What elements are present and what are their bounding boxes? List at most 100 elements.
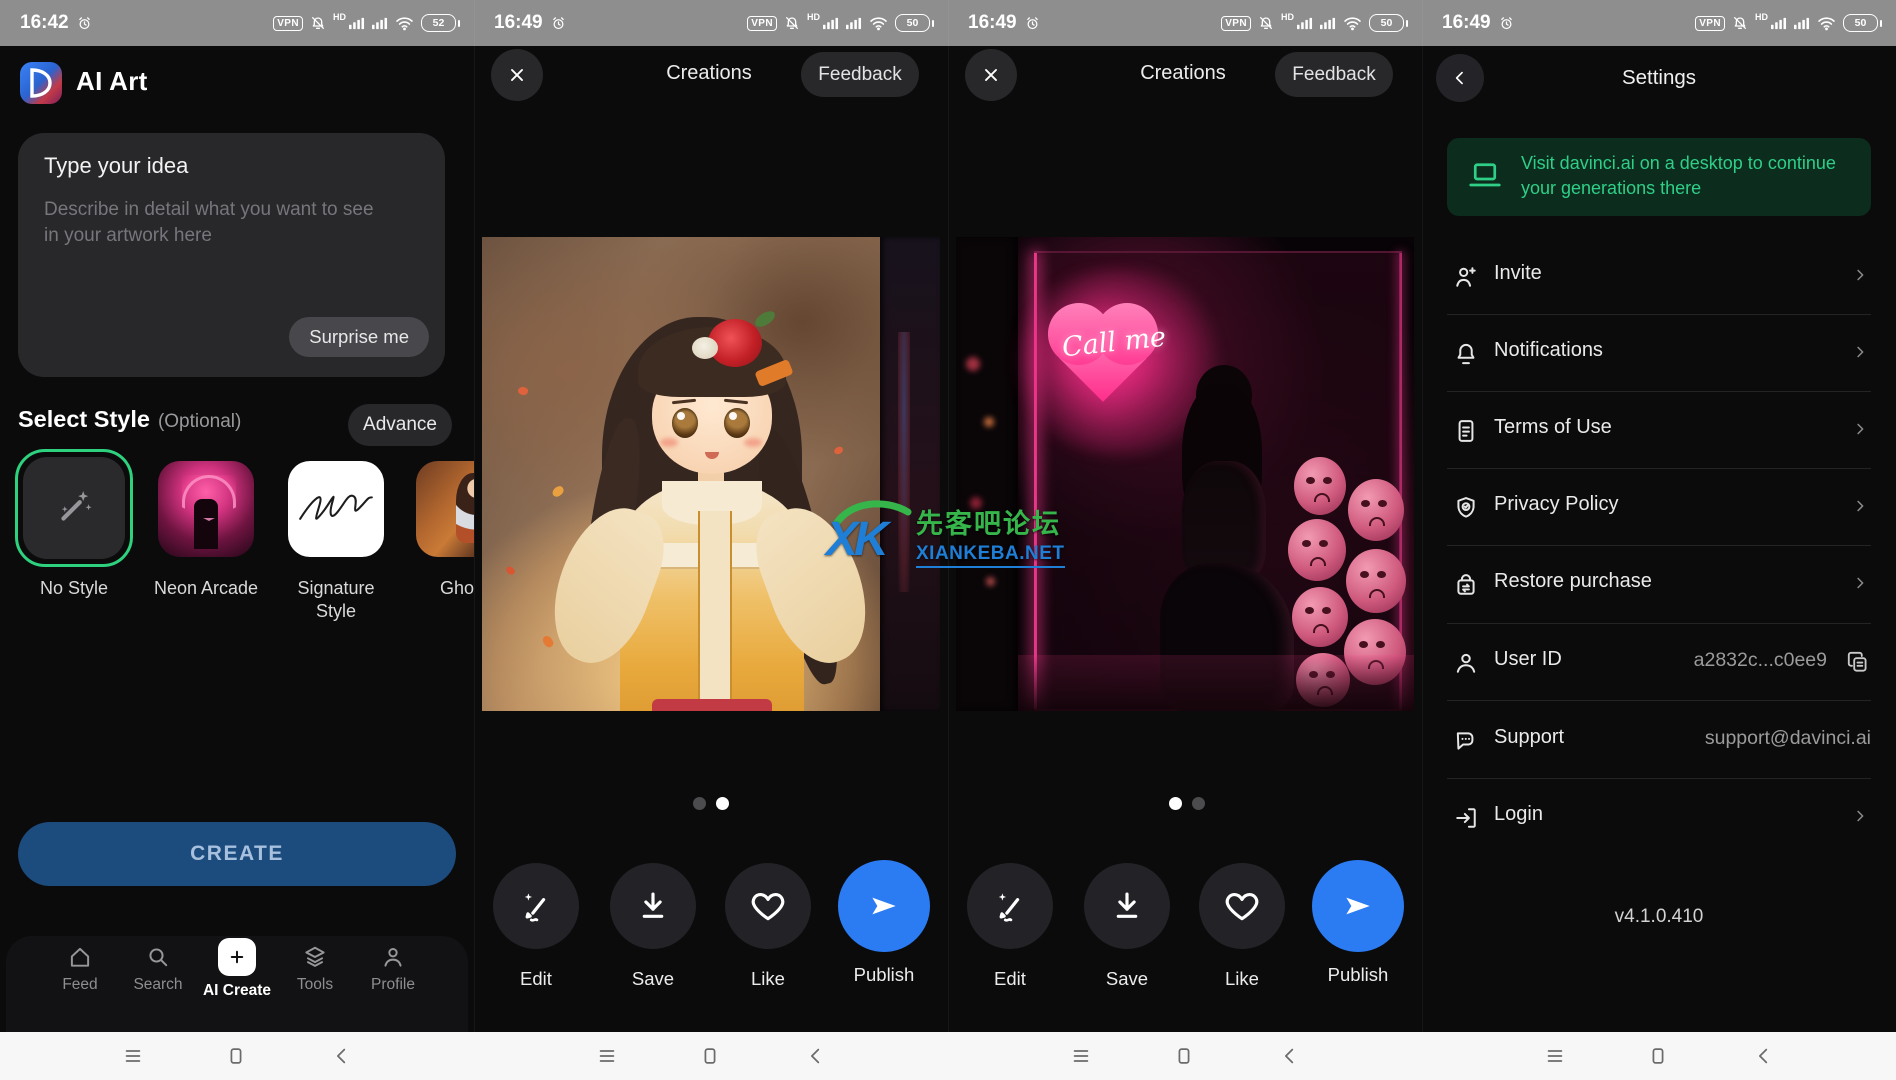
save-button[interactable] [610,863,696,949]
optional-label: (Optional) [158,411,241,432]
advance-button[interactable]: Advance [348,404,452,446]
hd-badge: HD [333,12,346,22]
tab-creations[interactable]: Creations [1113,62,1253,85]
chat-icon [1452,727,1480,755]
home-square-icon[interactable] [699,1045,721,1067]
phone-screen-settings: 16:49 VPN HD 50 Settings Visit davinci.a… [1422,0,1896,1080]
search-icon [145,944,171,970]
recents-icon[interactable] [122,1045,144,1067]
download-icon [1108,887,1146,925]
signal-bars-icon [1794,17,1810,30]
person-plus-icon [1452,263,1480,291]
settings-item-terms[interactable]: Terms of Use [1447,397,1871,463]
settings-item-label: Login [1494,803,1543,826]
banner-text: Visit davinci.ai on a desktop to continu… [1521,151,1863,201]
create-button[interactable]: CREATE [18,822,456,886]
recents-icon[interactable] [596,1045,618,1067]
settings-item-label: Terms of Use [1494,416,1612,439]
home-square-icon[interactable] [1647,1045,1669,1067]
settings-item-restore-purchase[interactable]: Restore purchase [1447,551,1871,617]
action-label: Edit [967,968,1053,990]
surprise-me-button[interactable]: Surprise me [289,317,429,357]
android-nav-bar [0,1032,1896,1080]
vpn-icon: VPN [747,16,777,31]
style-label: No Style [15,577,133,600]
generated-image-anime-girl[interactable] [482,237,940,711]
page-title: AI Art [76,66,148,97]
settings-item-support[interactable]: Support support@davinci.ai [1447,707,1871,773]
style-option-neon-arcade[interactable] [158,461,254,557]
wifi-icon [869,16,888,31]
settings-item-label: Invite [1494,262,1542,285]
divider [1447,778,1871,779]
desktop-banner[interactable]: Visit davinci.ai on a desktop to continu… [1447,138,1871,216]
watermark-line2: XIANKEBA.NET [916,543,1065,568]
signature-icon [293,479,379,539]
hd-badge: HD [807,12,820,22]
edit-button[interactable] [967,863,1053,949]
anime-girl-figure [502,267,842,711]
like-button[interactable] [1199,863,1285,949]
person-icon [1452,649,1480,677]
edit-icon [517,887,555,925]
bell-icon [1452,340,1480,368]
divider [1447,700,1871,701]
alarm-icon [1025,16,1040,31]
close-icon [980,64,1002,86]
publish-button[interactable] [1312,860,1404,952]
home-square-icon[interactable] [225,1045,247,1067]
settings-item-invite[interactable]: Invite [1447,243,1871,309]
publish-button[interactable] [838,860,930,952]
action-label: Like [725,968,811,990]
copy-icon[interactable] [1845,649,1871,675]
alarm-icon [1499,16,1514,31]
back-chevron-icon[interactable] [805,1045,827,1067]
tab-creations[interactable]: Creations [639,62,779,85]
page-indicator-dot-active [716,797,729,810]
nav-item-tools[interactable]: Tools [276,944,354,994]
prompt-title: Type your idea [44,153,188,179]
nav-item-profile[interactable]: Profile [354,944,432,994]
settings-item-user-id[interactable]: User ID a2832c...c0ee9 [1447,629,1871,695]
back-chevron-icon[interactable] [1753,1045,1775,1067]
style-option-no-style[interactable] [15,449,133,567]
save-button[interactable] [1084,863,1170,949]
like-button[interactable] [725,863,811,949]
nav-item-search[interactable]: Search [119,944,197,994]
battery-indicator: 50 [895,14,934,32]
close-button[interactable] [491,49,543,101]
nav-item-ai-create[interactable]: AI Create [198,944,276,1000]
tab-feedback[interactable]: Feedback [1275,52,1393,97]
close-button[interactable] [965,49,1017,101]
back-chevron-icon[interactable] [331,1045,353,1067]
style-option-ghost[interactable] [416,461,474,557]
status-time: 16:49 [494,12,543,34]
action-label: Save [610,968,696,990]
style-label: Signature Style [276,577,396,623]
style-option-signature-style[interactable] [288,461,384,557]
wifi-icon [395,16,414,31]
app-logo [20,62,62,104]
document-icon [1452,417,1480,445]
home-square-icon[interactable] [1173,1045,1195,1067]
back-chevron-icon[interactable] [1279,1045,1301,1067]
close-icon [506,64,528,86]
vpn-icon: VPN [1221,16,1251,31]
edit-button[interactable] [493,863,579,949]
settings-item-label: Notifications [1494,339,1603,362]
laptop-icon [1467,160,1503,192]
generated-image-neon-heart[interactable]: Call me [956,237,1414,711]
recents-icon[interactable] [1544,1045,1566,1067]
settings-item-notifications[interactable]: Notifications [1447,320,1871,386]
settings-item-privacy[interactable]: Privacy Policy [1447,474,1871,540]
watermark-logo: XK [826,496,912,574]
nav-item-feed[interactable]: Feed [41,944,119,994]
prompt-input[interactable]: Type your idea Describe in detail what y… [18,133,445,377]
status-time: 16:49 [1442,12,1491,34]
status-bar: 16:49 VPN HD 50 [474,0,948,46]
select-style-heading: Select Style(Optional) [18,406,241,433]
tab-feedback[interactable]: Feedback [801,52,919,97]
recents-icon[interactable] [1070,1045,1092,1067]
settings-item-login[interactable]: Login [1447,784,1871,850]
settings-item-label: Restore purchase [1494,570,1652,593]
